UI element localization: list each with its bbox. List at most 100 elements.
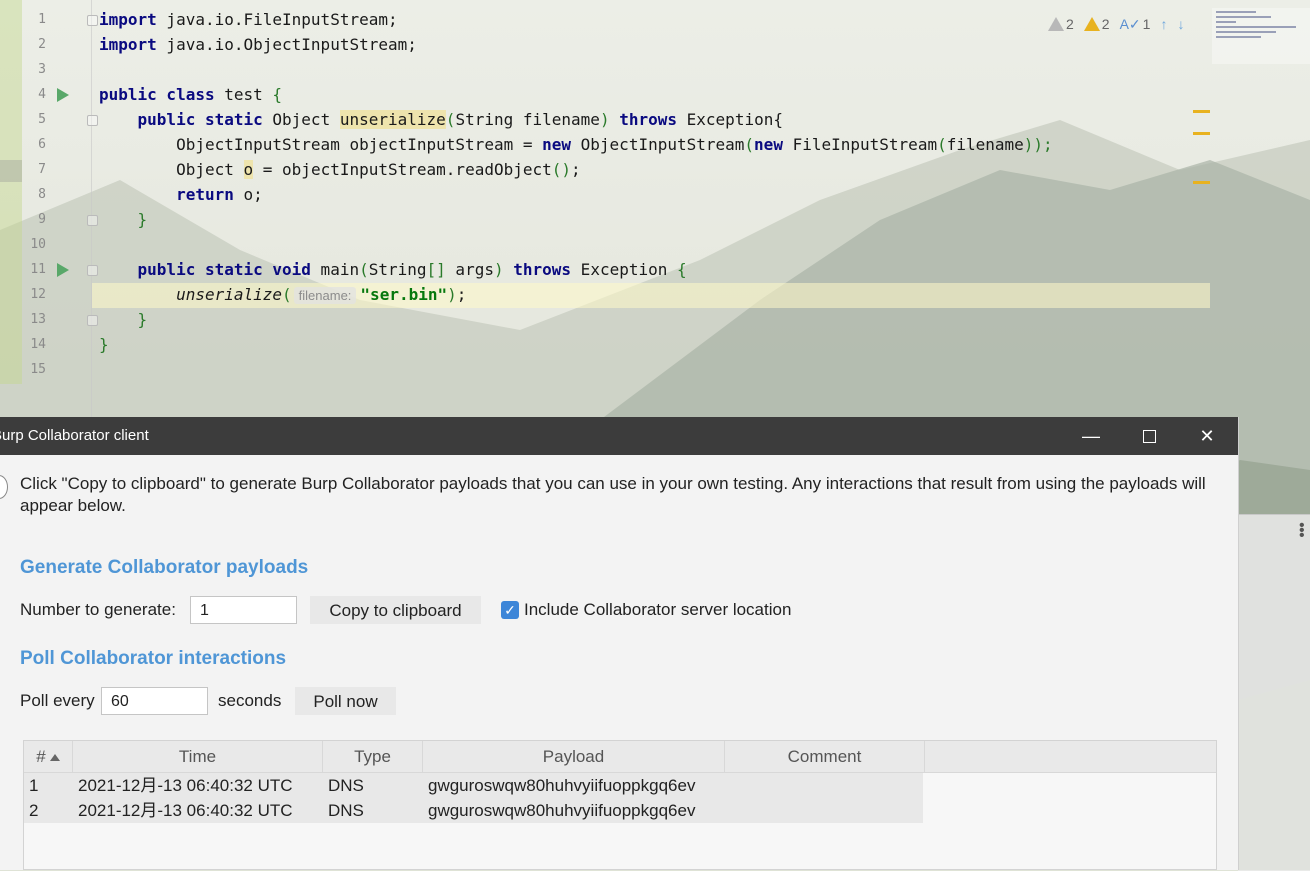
fold-icon[interactable] [87, 215, 98, 226]
table-row[interactable]: 2 2021-12月-13 06:40:32 UTC DNS gwguroswq… [24, 798, 923, 823]
code-line: 8 return o; [0, 182, 1210, 207]
sort-ascending-icon [49, 754, 60, 762]
cell-type: DNS [328, 776, 364, 795]
cell-payload: gwguroswqw80huhvyiifuoppkgq6ev [428, 776, 696, 795]
weak-warning-icon [1048, 17, 1064, 31]
code-text: import java.io.FileInputStream; [99, 10, 398, 29]
code-line: 1 import java.io.FileInputStream; [0, 7, 1210, 32]
minimize-icon: — [1082, 425, 1100, 446]
table-row[interactable]: 1 2021-12月-13 06:40:32 UTC DNS gwguroswq… [24, 773, 923, 798]
dialog-title: Burp Collaborator client [0, 427, 149, 444]
maximize-button[interactable] [1126, 417, 1172, 455]
code-line: 3 [0, 57, 1210, 82]
run-icon[interactable] [57, 263, 69, 277]
fold-icon[interactable] [87, 115, 98, 126]
line-number: 6 [38, 137, 46, 152]
typo-icon: A✓ [1119, 15, 1141, 32]
line-number: 8 [38, 187, 46, 202]
inspection-widget[interactable]: 2 2 A✓ 1 ↑ ↓ [1048, 12, 1184, 36]
include-server-location-checkbox[interactable]: ✓ [501, 601, 519, 619]
code-text: import java.io.ObjectInputStream; [99, 35, 417, 54]
line-number: 15 [30, 362, 46, 377]
cell-payload: gwguroswqw80huhvyiifuoppkgq6ev [428, 801, 696, 820]
number-to-generate-label: Number to generate: [20, 600, 176, 619]
column-header-comment[interactable]: Comment [725, 741, 925, 772]
number-to-generate-input[interactable]: 1 [190, 596, 297, 624]
warning-stripe-mark[interactable] [1193, 181, 1210, 184]
line-number: 12 [30, 287, 46, 302]
line-number: 4 [38, 87, 46, 102]
code-text: return o; [176, 185, 263, 204]
column-header-time[interactable]: Time [73, 741, 323, 772]
fold-icon[interactable] [87, 315, 98, 326]
column-header-type[interactable]: Type [323, 741, 423, 772]
warning-count[interactable]: 2 [1083, 16, 1110, 32]
copy-to-clipboard-button[interactable]: Copy to clipboard [310, 596, 481, 624]
cell-number: 1 [29, 776, 39, 795]
line-number: 1 [38, 12, 46, 27]
previous-highlight-icon[interactable]: ↑ [1160, 16, 1167, 32]
warning-icon [1083, 17, 1100, 31]
include-server-location-label[interactable]: Include Collaborator server location [524, 595, 791, 625]
code-line: 11 public static void main(String[] args… [0, 257, 1210, 282]
line-number: 9 [38, 212, 46, 227]
code-line: 5 public static Object unserialize(Strin… [0, 107, 1210, 132]
close-button[interactable]: ✕ [1184, 417, 1230, 455]
typo-count[interactable]: A✓ 1 [1120, 16, 1151, 33]
line-number: 7 [38, 162, 46, 177]
minimize-button[interactable]: — [1068, 417, 1114, 455]
poll-section-heading: Poll Collaborator interactions [20, 648, 287, 669]
dialog-titlebar[interactable]: Burp Collaborator client — ✕ [0, 417, 1238, 455]
column-header-number[interactable]: # [24, 741, 73, 772]
fold-icon[interactable] [87, 15, 98, 26]
interactions-table[interactable]: # Time Type Payload Comment 1 2021-12月-1… [23, 740, 1217, 870]
next-highlight-icon[interactable]: ↓ [1177, 16, 1184, 32]
warning-stripe-mark[interactable] [1193, 110, 1210, 113]
code-text: public class test { [99, 85, 283, 104]
code-text: } [137, 310, 148, 329]
code-line: 13 } [0, 307, 1210, 332]
poll-every-label: Poll every [20, 691, 95, 710]
table-header: # Time Type Payload Comment [24, 741, 1216, 773]
code-line: 14 } [0, 332, 1210, 357]
code-editor[interactable]: 1 import java.io.FileInputStream; 2 impo… [0, 0, 1310, 418]
column-header-payload[interactable]: Payload [423, 741, 725, 772]
code-line: 9 } [0, 207, 1210, 232]
code-line: 10 [0, 232, 1210, 257]
warning-stripe-mark[interactable] [1193, 132, 1210, 135]
cell-time: 2021-12月-13 06:40:32 UTC [78, 776, 293, 795]
line-number: 11 [30, 262, 46, 277]
code-line: 4 public class test { [0, 82, 1210, 107]
line-number: 14 [30, 337, 46, 352]
generate-section-heading: Generate Collaborator payloads [20, 557, 309, 578]
code-text: Object o = objectInputStream.readObject(… [176, 160, 581, 179]
poll-now-button[interactable]: Poll now [295, 687, 396, 715]
code-minimap[interactable] [1212, 8, 1310, 64]
parameter-hint: filename: [293, 287, 357, 304]
line-number: 13 [30, 312, 46, 327]
code-text: } [99, 335, 109, 354]
line-number: 10 [30, 237, 46, 252]
code-text: public static void main(String[] args) t… [137, 260, 687, 279]
weak-warning-count[interactable]: 2 [1048, 16, 1074, 32]
code-line: 2 import java.io.ObjectInputStream; [0, 32, 1210, 57]
help-icon[interactable] [0, 475, 8, 499]
cell-number: 2 [29, 801, 39, 820]
cell-type: DNS [328, 801, 364, 820]
code-line: 12 unserialize(filename: "ser.bin"); [0, 282, 1210, 307]
run-icon[interactable] [57, 88, 69, 102]
poll-interval-input[interactable]: 60 [101, 687, 208, 715]
line-number: 5 [38, 112, 46, 127]
code-text: ObjectInputStream objectInputStream = ne… [176, 135, 1053, 154]
close-icon: ✕ [1199, 425, 1215, 446]
description-text: Click "Copy to clipboard" to generate Bu… [20, 474, 1206, 515]
burp-collaborator-dialog: Burp Collaborator client — ✕ Click "Copy… [0, 417, 1239, 870]
line-number: 2 [38, 37, 46, 52]
maximize-icon [1142, 429, 1156, 443]
more-options-icon[interactable]: • • • [1299, 518, 1305, 544]
line-number: 3 [38, 62, 46, 77]
code-text: } [137, 210, 148, 229]
side-tool-window: • • • [1238, 514, 1310, 871]
code-line: 7 Object o = objectInputStream.readObjec… [0, 157, 1210, 182]
fold-icon[interactable] [87, 265, 98, 276]
